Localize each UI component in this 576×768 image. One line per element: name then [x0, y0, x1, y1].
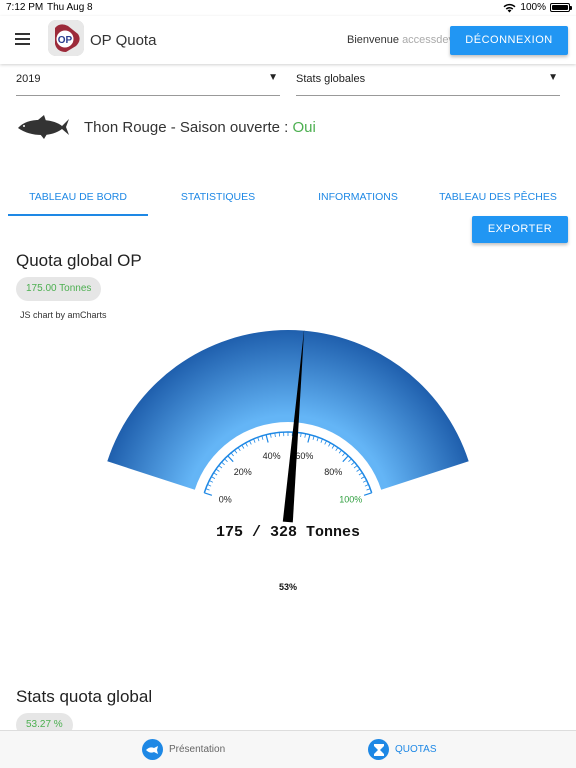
- tuna-icon: [18, 115, 69, 139]
- gauge-tick: [245, 442, 248, 447]
- gauge-tick: [362, 480, 367, 483]
- gauge-tick: [204, 492, 213, 496]
- gauge-tick: [312, 435, 315, 440]
- gauge-tick: [360, 476, 365, 479]
- gauge-tick: [215, 468, 220, 472]
- welcome-user: accessdev: [402, 34, 455, 46]
- tab-catch-table[interactable]: TABLEAU DES PÊCHES: [428, 182, 568, 216]
- gauge-tick: [328, 442, 331, 447]
- chart-credit: JS chart by amCharts: [20, 310, 107, 320]
- nav-quotas-label: QUOTAS: [395, 744, 437, 755]
- gauge-tick: [205, 488, 210, 491]
- year-select-value: 2019: [16, 73, 41, 85]
- gauge-tick-label: 0%: [219, 495, 232, 505]
- gauge-tick: [257, 437, 260, 442]
- gauge-tick: [211, 476, 216, 479]
- status-date: Thu Aug 8: [47, 2, 93, 13]
- gauge-tick: [316, 437, 319, 442]
- gauge-tick-label: 80%: [324, 467, 342, 477]
- gauge-tick: [249, 440, 252, 445]
- welcome-label: Bienvenue: [347, 34, 399, 46]
- gauge-tick: [300, 432, 302, 438]
- gauge-band: [107, 330, 469, 490]
- gauge-tick: [227, 455, 234, 463]
- export-button[interactable]: EXPORTER: [472, 216, 568, 243]
- gauge-tick: [331, 444, 335, 449]
- gauge-tick: [338, 449, 342, 454]
- battery-percent: 100%: [520, 2, 546, 13]
- gauge-tick: [320, 438, 323, 443]
- species-status: Thon Rouge - Saison ouverte : Oui: [84, 119, 316, 136]
- tab-information[interactable]: INFORMATIONS: [288, 182, 428, 216]
- quota-chip: 175.00 Tonnes: [16, 277, 102, 301]
- gauge-tick-label: 100%: [339, 495, 362, 505]
- gauge-tick: [241, 444, 245, 449]
- quota-section-title: Quota global OP: [16, 251, 142, 270]
- gauge-tick-label: 60%: [295, 451, 313, 461]
- view-select-value: Stats globales: [296, 73, 366, 85]
- welcome-text: Bienvenue accessdev: [347, 34, 454, 46]
- gauge-tick: [335, 447, 339, 452]
- gauge-tick-label: 40%: [263, 451, 281, 461]
- tab-dashboard[interactable]: TABLEAU DE BORD: [8, 182, 148, 216]
- gauge-tick: [364, 484, 369, 487]
- status-time: 7:12 PM: [6, 2, 44, 13]
- year-select[interactable]: 2019 ▼: [16, 70, 280, 96]
- gauge-tick: [237, 447, 241, 452]
- gauge-tick: [342, 452, 346, 457]
- nav-presentation[interactable]: Présentation: [142, 739, 225, 760]
- gauge-tick: [213, 472, 218, 476]
- gauge-tick: [358, 472, 363, 476]
- gauge-tick: [207, 484, 212, 487]
- status-bar: 7:12 PM Thu Aug 8 100%: [0, 0, 576, 16]
- species-label: Thon Rouge - Saison ouverte :: [84, 119, 289, 136]
- nav-quotas[interactable]: QUOTAS: [368, 739, 436, 760]
- gauge-tick-label: 20%: [234, 467, 252, 477]
- status-right: 100%: [503, 2, 572, 13]
- tab-statistics[interactable]: STATISTIQUES: [148, 182, 288, 216]
- gauge-tick: [351, 461, 355, 466]
- gauge-tick: [348, 458, 352, 462]
- gauge-value-label: 175 / 328 Tonnes: [216, 524, 360, 541]
- gauge-tick: [261, 435, 264, 440]
- gauge-tick: [366, 488, 371, 491]
- gauge-tick: [304, 433, 306, 438]
- gauge-tick: [270, 433, 272, 438]
- app-logo: OP: [48, 20, 84, 56]
- gauge-tick: [224, 458, 228, 462]
- wifi-icon: [503, 3, 516, 12]
- quota-gauge: 0% 20% 40% 60% 80% 100% 175 / 328 Tonnes 53%: [107, 330, 469, 592]
- gauge-tick: [342, 455, 349, 463]
- tab-bar: TABLEAU DE BORD STATISTIQUES INFORMATION…: [0, 182, 576, 216]
- season-status: Oui: [292, 119, 316, 136]
- stats-section-title: Stats quota global: [16, 687, 153, 706]
- view-select[interactable]: Stats globales ▼: [296, 70, 560, 96]
- dropdown-arrow-icon: ▼: [268, 72, 278, 83]
- battery-icon: [550, 3, 572, 12]
- gauge-tick: [230, 452, 234, 457]
- gauge-tick: [356, 468, 361, 472]
- bottom-nav: Présentation QUOTAS: [0, 730, 576, 768]
- menu-icon[interactable]: [15, 33, 30, 45]
- gauge-tick: [363, 492, 372, 496]
- logout-button[interactable]: DÉCONNEXION: [450, 26, 568, 55]
- nav-presentation-label: Présentation: [169, 744, 226, 755]
- gauge-tick: [307, 434, 311, 443]
- gauge-tick: [218, 465, 223, 469]
- app-title: OP Quota: [90, 32, 157, 49]
- fish-icon: [142, 739, 163, 760]
- gauge-percent-label: 53%: [279, 582, 297, 592]
- gauge-tick: [234, 449, 238, 454]
- app-bar: OP OP Quota Bienvenue accessdev DÉCONNEX…: [0, 16, 576, 64]
- gauge-tick: [353, 465, 358, 469]
- hourglass-icon: [368, 739, 389, 760]
- gauge-tick: [324, 440, 327, 445]
- gauge-tick: [221, 461, 225, 466]
- svg-text:OP: OP: [58, 35, 73, 46]
- gauge-tick: [265, 434, 269, 443]
- dropdown-arrow-icon: ▼: [548, 72, 558, 83]
- gauge-tick: [274, 432, 276, 438]
- gauge-tick: [253, 438, 256, 443]
- gauge-tick: [209, 480, 214, 483]
